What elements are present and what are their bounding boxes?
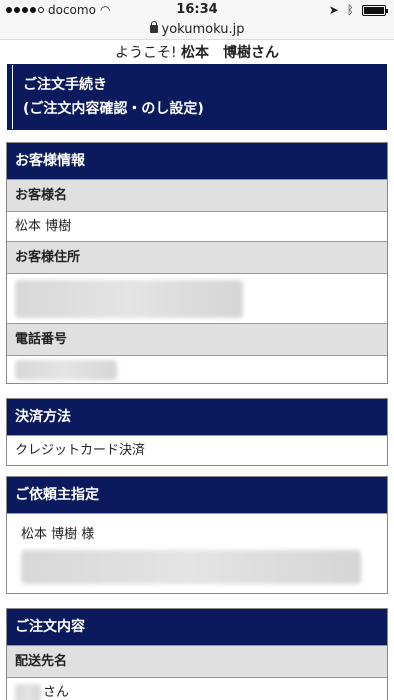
welcome-message: ようこそ! 松本 博樹さん bbox=[0, 42, 394, 64]
requester-section: ご依頼主指定 松本 博樹 様 bbox=[6, 476, 388, 594]
location-icon: ➤ bbox=[328, 3, 339, 17]
status-right: ➤ ᛒ bbox=[328, 3, 388, 17]
customer-address-label: お客様住所 bbox=[7, 241, 387, 273]
redacted-destination-name bbox=[15, 683, 41, 700]
customer-info-section: お客様情報 お客様名 松本 博樹 お客様住所 電話番号 bbox=[6, 142, 388, 384]
url-bar[interactable]: yokumoku.jp bbox=[0, 20, 394, 40]
customer-name-label: お客様名 bbox=[7, 179, 387, 211]
phone-value bbox=[7, 355, 387, 383]
battery-icon bbox=[362, 4, 388, 16]
redacted-requester-address bbox=[21, 550, 361, 584]
redacted-address bbox=[15, 280, 243, 318]
destination-label: 配送先名 bbox=[7, 645, 387, 677]
order-heading: ご注文内容 bbox=[7, 609, 387, 645]
page-title-line1: ご注文手続き bbox=[23, 77, 107, 93]
welcome-user-name: 松本 博樹 bbox=[181, 45, 252, 61]
page-title: ご注文手続き (ご注文内容確認・のし設定) bbox=[7, 64, 387, 130]
customer-address-value bbox=[7, 273, 387, 323]
customer-name-value: 松本 博樹 bbox=[7, 211, 387, 241]
phone-label: 電話番号 bbox=[7, 323, 387, 355]
redacted-phone bbox=[15, 360, 117, 380]
requester-box: 松本 博樹 様 bbox=[7, 513, 387, 593]
destination-value: さん bbox=[7, 677, 387, 700]
payment-section: 決済方法 クレジットカード決済 bbox=[6, 398, 388, 466]
page-title-line2: (ご注文内容確認・のし設定) bbox=[23, 101, 204, 117]
payment-method-value: クレジットカード決済 bbox=[7, 435, 387, 465]
requester-name: 松本 博樹 様 bbox=[21, 527, 95, 542]
lock-icon bbox=[149, 21, 158, 33]
destination-suffix: さん bbox=[43, 684, 70, 700]
welcome-prefix: ようこそ! bbox=[114, 45, 177, 61]
order-section: ご注文内容 配送先名 さん bbox=[6, 608, 388, 700]
requester-heading: ご依頼主指定 bbox=[7, 477, 387, 513]
status-bar: docomo ◠ 16:34 ➤ ᛒ bbox=[0, 0, 394, 20]
bluetooth-icon: ᛒ bbox=[346, 3, 354, 17]
welcome-suffix: さん bbox=[251, 45, 280, 61]
customer-info-heading: お客様情報 bbox=[7, 143, 387, 179]
url-domain: yokumoku.jp bbox=[161, 22, 245, 37]
payment-heading: 決済方法 bbox=[7, 399, 387, 435]
